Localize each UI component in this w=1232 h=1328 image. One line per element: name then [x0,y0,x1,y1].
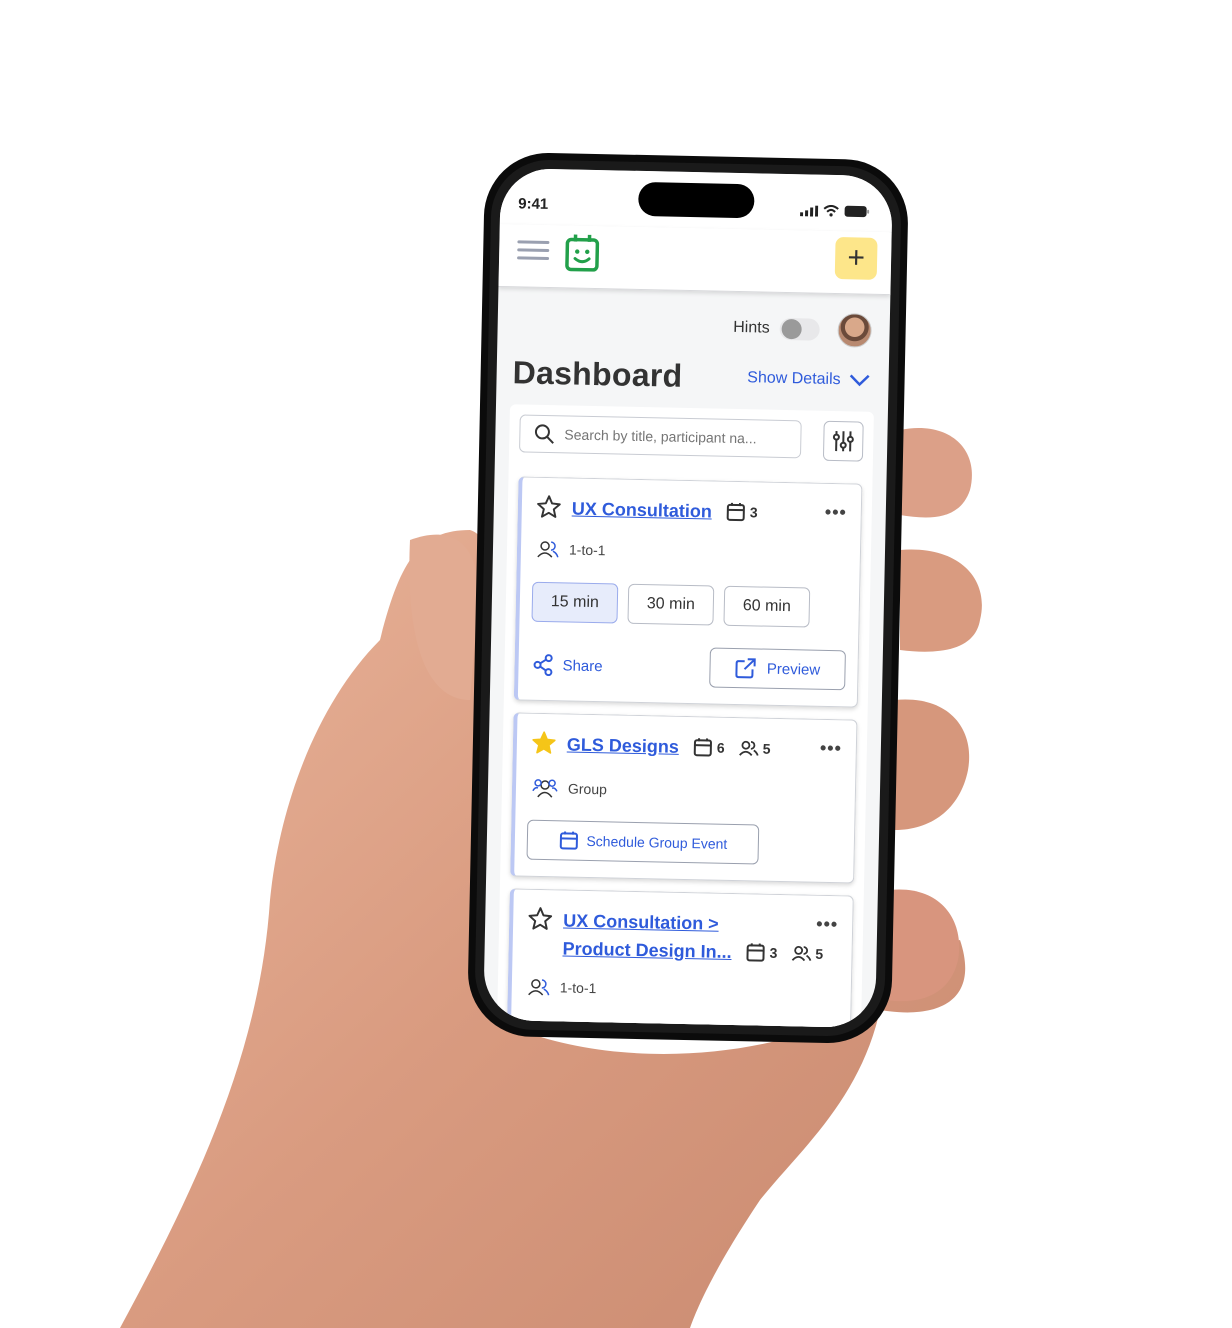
members-count-value: 5 [762,740,771,757]
card-title-link[interactable]: GLS Designs [567,730,680,760]
share-icon [533,654,553,677]
events-count: 3 [726,498,758,527]
user-avatar[interactable] [837,313,872,348]
events-count-value: 3 [749,504,758,521]
users-icon [791,945,812,962]
battery-icon [844,205,870,218]
card-title-link[interactable]: UX Consultation [572,495,713,526]
duration-60-button[interactable]: 60 min [723,585,811,628]
group-icon [532,779,558,798]
events-count-value: 3 [769,944,778,961]
events-count: 6 [693,733,725,762]
filter-button[interactable] [822,420,864,462]
duration-30-button[interactable]: 30 min [627,583,715,626]
search-box [519,414,802,459]
plus-icon: + [847,241,866,275]
calendar-icon [746,943,765,962]
show-details-label: Show Details [747,368,841,388]
external-link-icon [735,658,757,679]
card-title-link[interactable]: UX Consultation > Product Design In... 3… [562,906,824,967]
logo-calendar-smile-icon [565,234,600,272]
wifi-icon [823,204,839,217]
more-options-icon[interactable]: ••• [825,502,847,523]
events-count: 3 [745,938,778,967]
hamburger-menu-icon[interactable] [517,240,550,265]
schedule-group-event-label: Schedule Group Event [586,832,728,852]
dynamic-island [637,181,755,219]
card-title-row: GLS Designs 6 5 ••• [531,730,843,765]
hints-row: Hints [733,311,872,348]
more-options-icon[interactable]: ••• [816,914,838,935]
page-title: Dashboard [512,354,683,394]
event-card: UX Consultation 3 ••• 1-to-1 15 min 30 m… [513,476,863,708]
phone-screen: 9:41 + Hints Dashboard Show Details Sear… [483,167,893,1029]
event-type-label: 1-to-1 [559,979,597,997]
card-title-line-2[interactable]: Product Design In... [562,934,732,966]
share-label: Share [562,656,603,675]
duration-15-button[interactable]: 15 min [531,581,619,624]
star-outline-icon[interactable] [527,906,554,933]
event-type-label: Group [567,780,608,798]
calendar-icon [693,738,713,757]
users-icon [738,740,759,756]
card-title-row: UX Consultation > Product Design In... 3… [526,906,838,969]
card-title-row: UX Consultation 3 ••• [536,494,848,529]
members-count: 5 [791,939,823,968]
share-button[interactable]: Share [532,654,603,677]
event-card: UX Consultation > Product Design In... 3… [506,888,854,1029]
event-type-row: 1-to-1 [528,978,597,997]
star-outline-icon[interactable] [536,494,563,521]
show-details-button[interactable]: Show Details [747,369,871,390]
event-types-panel: UX Consultation 3 ••• 1-to-1 15 min 30 m… [496,404,874,1029]
app-header: + [498,223,892,296]
event-type-row: 1-to-1 [537,540,606,559]
users-icon [537,541,559,558]
phone-frame: 9:41 + Hints Dashboard Show Details Sear… [466,151,910,1045]
signal-icon [800,205,819,217]
hints-toggle[interactable] [779,317,820,341]
event-type-row: Group [532,778,607,800]
hints-label: Hints [733,318,770,337]
members-count-value: 5 [815,945,824,962]
users-icon [528,979,550,996]
event-type-label: 1-to-1 [568,541,606,559]
calendar-icon [559,831,578,850]
search-icon [534,424,554,444]
events-count-value: 6 [716,739,725,756]
chevron-down-icon [849,373,870,386]
preview-button[interactable]: Preview [709,647,846,691]
add-button[interactable]: + [834,237,878,280]
sliders-icon [832,431,854,452]
calendar-icon [726,502,745,522]
members-count: 5 [738,734,771,763]
star-filled-icon[interactable] [531,730,558,757]
status-time: 9:41 [518,195,549,213]
status-icons [800,204,870,218]
more-options-icon[interactable]: ••• [820,738,842,759]
status-bar: 9:41 [499,167,893,233]
schedule-group-event-button[interactable]: Schedule Group Event [526,819,760,865]
search-input[interactable] [562,425,797,449]
event-card: GLS Designs 6 5 ••• Group Schedule Group… [510,712,858,884]
title-row: Dashboard Show Details [512,354,871,398]
duration-options: 15 min 30 min 60 min [531,581,811,628]
preview-label: Preview [766,660,821,679]
